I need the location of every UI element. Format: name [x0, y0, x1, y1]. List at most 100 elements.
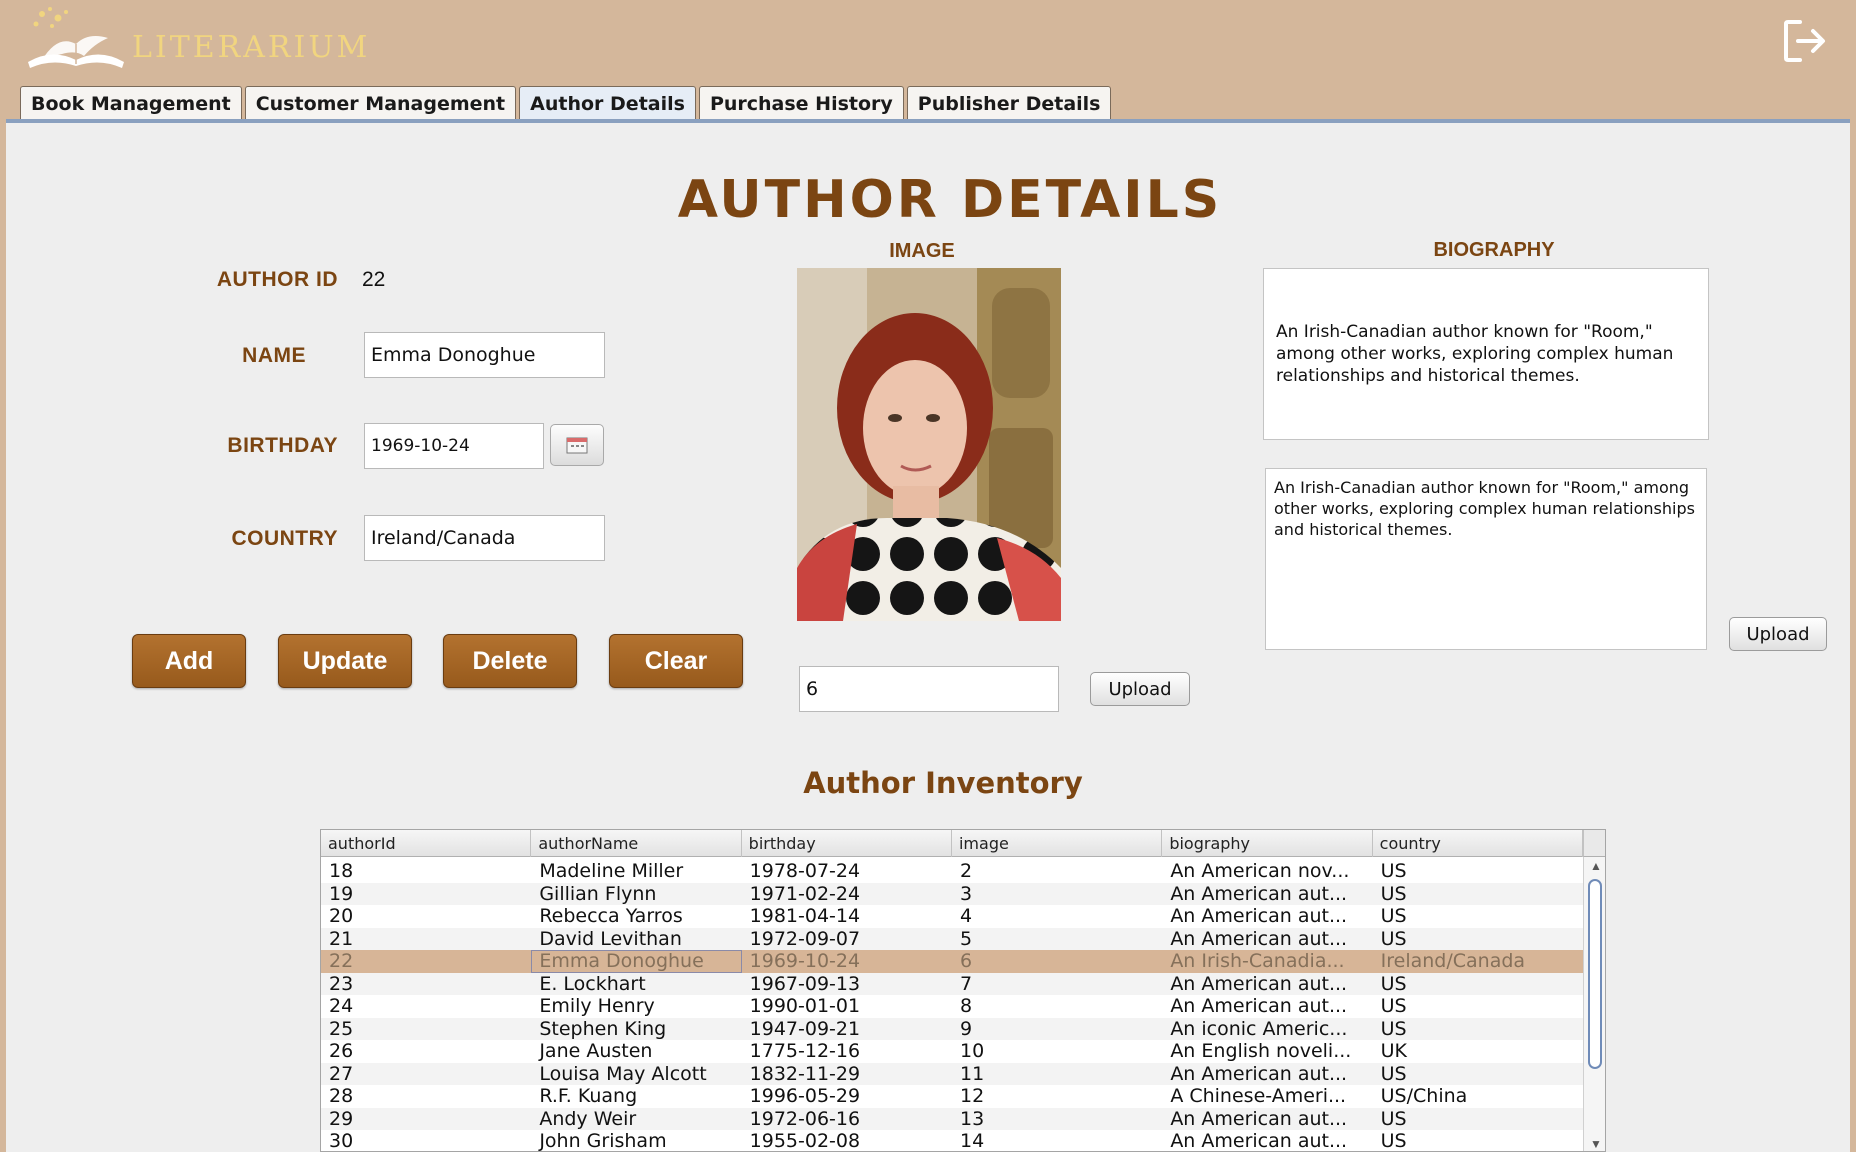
delete-button[interactable]: Delete: [443, 634, 577, 688]
cell-birthday[interactable]: 1967-09-13: [742, 973, 952, 996]
cell-birthday[interactable]: 1996-05-29: [742, 1085, 952, 1108]
cell-image[interactable]: 7: [952, 973, 1162, 996]
cell-country[interactable]: US: [1373, 928, 1583, 951]
tab-purchase-history[interactable]: Purchase History: [698, 86, 904, 120]
cell-image[interactable]: 6: [952, 950, 1162, 973]
tab-customer-management[interactable]: Customer Management: [244, 86, 517, 120]
table-row[interactable]: 27 Louisa May Alcott 1832-11-29 11 An Americ…: [321, 1062, 1583, 1086]
cell-image[interactable]: 8: [952, 995, 1162, 1018]
cell-biography[interactable]: An American aut...: [1162, 973, 1372, 996]
table-row[interactable]: 19 Gillian Flynn 1971-02-24 3 An American au…: [321, 882, 1583, 906]
cell-birthday[interactable]: 1971-02-24: [742, 883, 952, 906]
cell-authorname[interactable]: Emma Donoghue: [531, 950, 742, 973]
cell-image[interactable]: 11: [952, 1063, 1162, 1086]
image-upload-button[interactable]: Upload: [1090, 672, 1190, 706]
cell-image[interactable]: 2: [952, 860, 1162, 883]
cell-image[interactable]: 14: [952, 1130, 1162, 1151]
cell-authorid[interactable]: 24: [321, 995, 531, 1018]
cell-authorid[interactable]: 27: [321, 1063, 531, 1086]
cell-country[interactable]: US: [1373, 905, 1583, 928]
cell-biography[interactable]: An American aut...: [1162, 883, 1372, 906]
birthday-field[interactable]: 1969-10-24: [364, 423, 544, 469]
cell-image[interactable]: 10: [952, 1040, 1162, 1063]
cell-authorname[interactable]: Andy Weir: [531, 1108, 741, 1131]
biography-upload-button[interactable]: Upload: [1729, 617, 1827, 651]
clear-button[interactable]: Clear: [609, 634, 743, 688]
column-header-biography[interactable]: biography: [1162, 830, 1373, 857]
cell-authorname[interactable]: E. Lockhart: [531, 973, 741, 996]
logout-icon[interactable]: [1780, 16, 1830, 66]
cell-country[interactable]: US: [1373, 1018, 1583, 1041]
cell-authorid[interactable]: 23: [321, 973, 531, 996]
cell-country[interactable]: Ireland/Canada: [1373, 950, 1583, 973]
cell-authorid[interactable]: 30: [321, 1130, 531, 1151]
cell-birthday[interactable]: 1972-09-07: [742, 928, 952, 951]
calendar-picker-button[interactable]: [550, 424, 604, 466]
table-row[interactable]: 28 R.F. Kuang 1996-05-29 12 A Chinese-Ameri.…: [321, 1085, 1583, 1108]
cell-image[interactable]: 4: [952, 905, 1162, 928]
cell-image[interactable]: 3: [952, 883, 1162, 906]
cell-image[interactable]: 13: [952, 1108, 1162, 1131]
cell-birthday[interactable]: 1978-07-24: [742, 860, 952, 883]
cell-authorid[interactable]: 22: [321, 950, 531, 973]
tab-publisher-details[interactable]: Publisher Details: [906, 86, 1112, 120]
table-scrollbar[interactable]: ▲ ▼: [1583, 857, 1605, 1151]
column-header-country[interactable]: country: [1373, 830, 1583, 857]
table-row[interactable]: 29 Andy Weir 1972-06-16 13 An American aut..…: [321, 1107, 1583, 1131]
cell-birthday[interactable]: 1832-11-29: [742, 1063, 952, 1086]
scrollbar-thumb[interactable]: [1588, 879, 1602, 1069]
column-header-authorid[interactable]: authorId: [321, 830, 532, 857]
cell-image[interactable]: 12: [952, 1085, 1162, 1108]
cell-authorname[interactable]: Louisa May Alcott: [531, 1063, 741, 1086]
cell-birthday[interactable]: 1947-09-21: [742, 1018, 952, 1041]
table-row[interactable]: 22 Emma Donoghue 1969-10-24 6 An Irish-Canad…: [321, 950, 1583, 973]
cell-authorid[interactable]: 18: [321, 860, 531, 883]
cell-birthday[interactable]: 1972-06-16: [742, 1108, 952, 1131]
cell-authorid[interactable]: 25: [321, 1018, 531, 1041]
cell-biography[interactable]: An American aut...: [1162, 928, 1372, 951]
cell-birthday[interactable]: 1990-01-01: [742, 995, 952, 1018]
cell-biography[interactable]: An iconic Americ...: [1162, 1018, 1372, 1041]
column-header-authorname[interactable]: authorName: [531, 830, 742, 857]
cell-authorid[interactable]: 28: [321, 1085, 531, 1108]
update-button[interactable]: Update: [278, 634, 412, 688]
column-header-birthday[interactable]: birthday: [742, 830, 952, 857]
cell-authorname[interactable]: Stephen King: [531, 1018, 741, 1041]
cell-country[interactable]: US: [1373, 1108, 1583, 1131]
cell-biography[interactable]: An American aut...: [1162, 995, 1372, 1018]
table-row[interactable]: 21 David Levithan 1972-09-07 5 An American a…: [321, 927, 1583, 951]
cell-country[interactable]: US: [1373, 973, 1583, 996]
cell-authorid[interactable]: 21: [321, 928, 531, 951]
cell-birthday[interactable]: 1775-12-16: [742, 1040, 952, 1063]
cell-authorname[interactable]: Rebecca Yarros: [531, 905, 741, 928]
cell-authorname[interactable]: R.F. Kuang: [531, 1085, 741, 1108]
name-field[interactable]: Emma Donoghue: [364, 332, 605, 378]
cell-country[interactable]: US/China: [1373, 1085, 1583, 1108]
cell-birthday[interactable]: 1981-04-14: [742, 905, 952, 928]
cell-country[interactable]: US: [1373, 860, 1583, 883]
cell-country[interactable]: UK: [1373, 1040, 1583, 1063]
cell-country[interactable]: US: [1373, 995, 1583, 1018]
cell-authorid[interactable]: 26: [321, 1040, 531, 1063]
cell-biography[interactable]: An Irish-Canadia...: [1162, 950, 1372, 973]
cell-image[interactable]: 9: [952, 1018, 1162, 1041]
add-button[interactable]: Add: [132, 634, 246, 688]
cell-authorid[interactable]: 20: [321, 905, 531, 928]
cell-authorid[interactable]: 19: [321, 883, 531, 906]
cell-biography[interactable]: An American nov...: [1162, 860, 1372, 883]
cell-birthday[interactable]: 1955-02-08: [742, 1130, 952, 1151]
cell-authorname[interactable]: Jane Austen: [531, 1040, 741, 1063]
country-field[interactable]: Ireland/Canada: [364, 515, 605, 561]
table-row[interactable]: 26 Jane Austen 1775-12-16 10 An English nove…: [321, 1040, 1583, 1063]
table-row[interactable]: 23 E. Lockhart 1967-09-13 7 An American aut.…: [321, 972, 1583, 996]
scroll-up-arrow-icon[interactable]: ▲: [1590, 859, 1602, 873]
cell-biography[interactable]: An English noveli...: [1162, 1040, 1372, 1063]
image-id-field[interactable]: 6: [799, 666, 1059, 712]
cell-authorname[interactable]: Emily Henry: [531, 995, 741, 1018]
cell-country[interactable]: US: [1373, 1063, 1583, 1086]
cell-biography[interactable]: An American aut...: [1162, 1108, 1372, 1131]
tab-author-details[interactable]: Author Details: [519, 86, 696, 120]
cell-biography[interactable]: An American aut...: [1162, 1063, 1372, 1086]
cell-authorname[interactable]: Gillian Flynn: [531, 883, 741, 906]
tab-book-management[interactable]: Book Management: [20, 86, 242, 120]
